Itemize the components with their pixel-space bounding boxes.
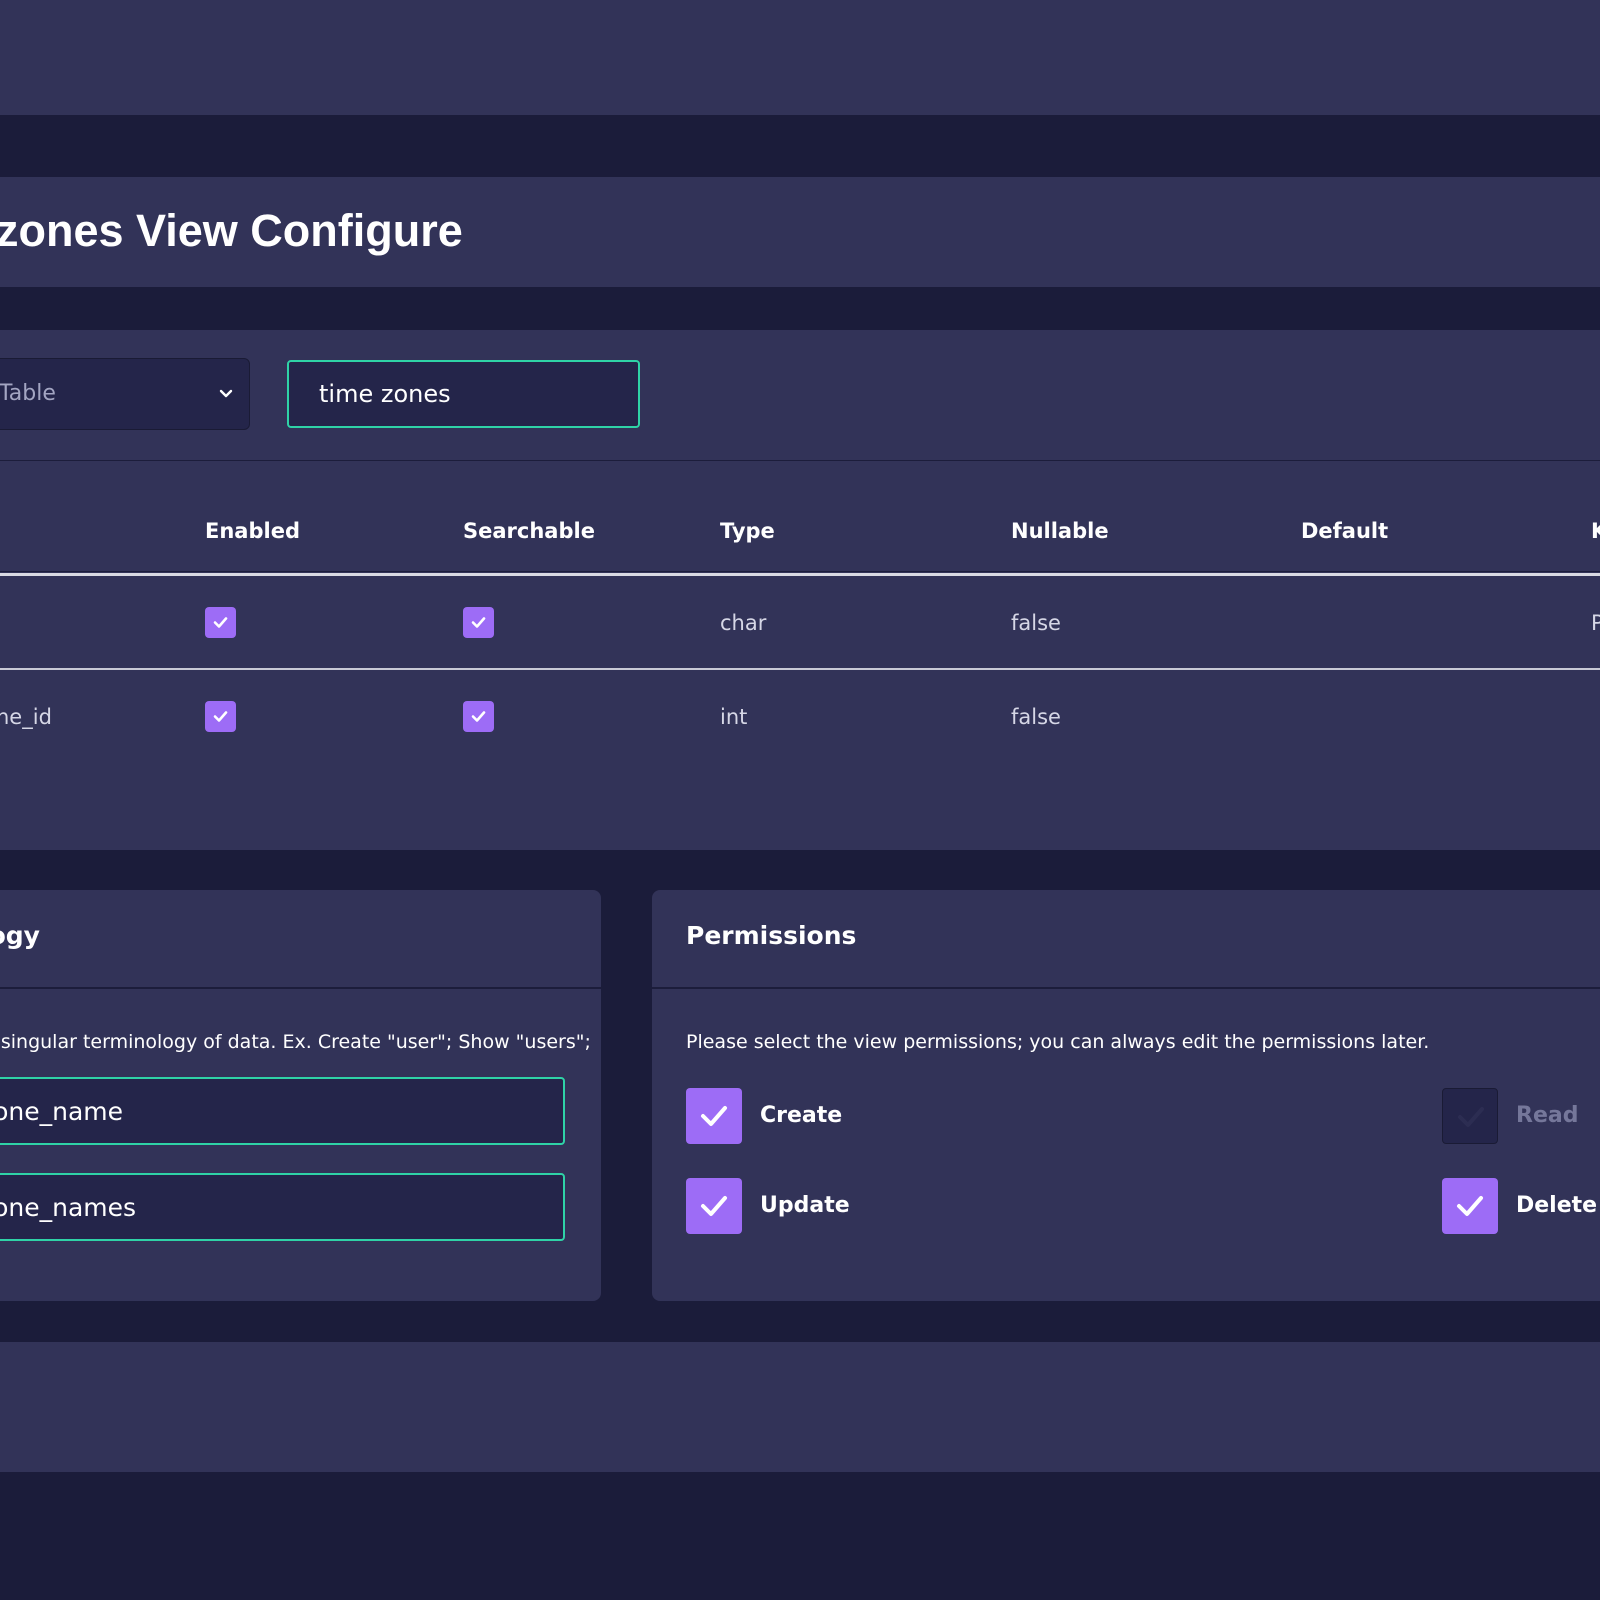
terminology-title: logy [0,921,40,950]
terminology-description: & singular terminology of data. Ex. Crea… [0,1031,591,1053]
page: zones View Configure Table Enabled Searc… [0,0,1600,1600]
searchable-checkbox[interactable] [463,607,494,638]
create-label: Create [760,1103,843,1128]
divider [0,573,1600,576]
cell-key: P [1591,611,1600,635]
chevron-down-icon [219,389,233,398]
divider [0,987,601,989]
permission-delete[interactable]: Delete [1442,1178,1600,1234]
footer-bar [0,1342,1600,1472]
top-bar [0,0,1600,115]
read-label: Read [1516,1103,1579,1128]
cell-nullable: false [1011,705,1061,729]
table-select-label: Table [0,381,56,406]
enabled-checkbox[interactable] [205,607,236,638]
cell-nullable: false [1011,611,1061,635]
permission-update[interactable]: Update [686,1178,886,1234]
column-header-type[interactable]: Type [720,518,775,544]
title-card: zones View Configure [0,177,1600,287]
divider [0,460,1600,461]
permissions-description: Please select the view permissions; you … [686,1031,1430,1053]
read-checkbox[interactable] [1442,1088,1498,1144]
plural-term-input[interactable] [0,1173,565,1241]
divider [652,987,1600,989]
permissions-title: Permissions [686,921,857,950]
cell-column-name: ne_id [0,705,52,729]
column-header-searchable[interactable]: Searchable [463,518,595,544]
cell-type: char [720,611,767,635]
column-header-nullable[interactable]: Nullable [1011,518,1109,544]
column-header-default[interactable]: Default [1301,518,1388,544]
delete-label: Delete [1516,1193,1598,1218]
check-icon [701,1106,727,1126]
delete-checkbox[interactable] [1442,1178,1498,1234]
permission-create[interactable]: Create [686,1088,886,1144]
update-checkbox[interactable] [686,1178,742,1234]
check-icon [471,617,486,628]
column-header-key[interactable]: K [1591,518,1600,544]
check-icon [471,711,486,722]
view-name-input[interactable] [287,360,640,428]
view-config-card: Table Enabled Searchable Type Nullable D… [0,330,1600,850]
cell-type: int [720,705,748,729]
check-icon [1457,1196,1483,1216]
permission-read[interactable]: Read [1442,1088,1600,1144]
create-checkbox[interactable] [686,1088,742,1144]
table-select[interactable]: Table [0,358,250,430]
permissions-card: Permissions Please select the view permi… [652,890,1600,1301]
page-title: zones View Configure [0,205,463,256]
check-icon [701,1196,727,1216]
check-icon [213,617,228,628]
divider [0,668,1600,670]
check-icon [1458,1107,1484,1127]
column-header-enabled[interactable]: Enabled [205,518,300,544]
update-label: Update [760,1193,850,1218]
terminology-card: logy & singular terminology of data. Ex.… [0,890,601,1301]
searchable-checkbox[interactable] [463,701,494,732]
check-icon [213,711,228,722]
enabled-checkbox[interactable] [205,701,236,732]
singular-term-input[interactable] [0,1077,565,1145]
divider [0,571,1600,572]
